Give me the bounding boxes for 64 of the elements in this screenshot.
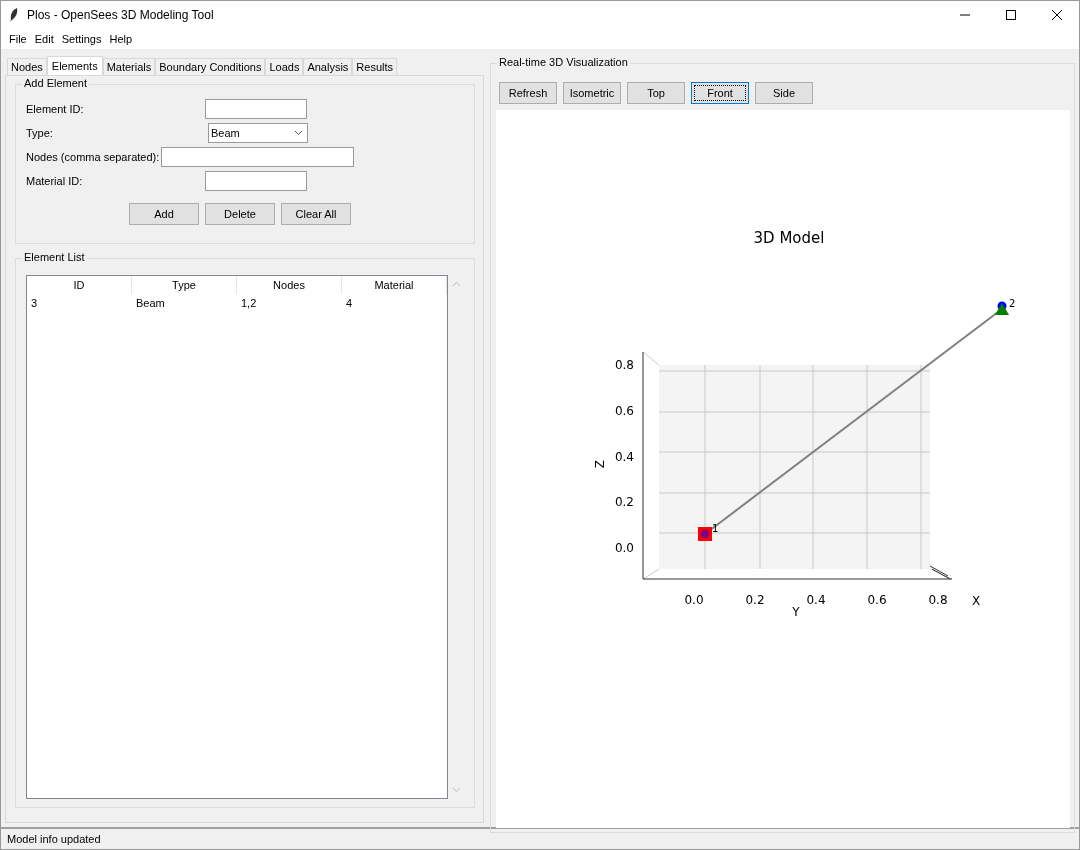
field-label: Nodes (comma separated): xyxy=(26,151,160,163)
node-label: 2 xyxy=(1009,298,1016,309)
tick-label: 0.6 xyxy=(614,403,634,418)
tab[interactable]: Elements xyxy=(46,56,103,76)
window-title: Plos - OpenSees 3D Modeling Tool xyxy=(27,8,215,22)
view-button[interactable]: Side xyxy=(755,82,813,104)
tick-label: 0.2 xyxy=(614,495,634,510)
column-header[interactable]: ID xyxy=(27,276,132,294)
chevron-down-icon xyxy=(294,130,303,136)
input-field[interactable] xyxy=(161,147,355,167)
table-cell-text: Beam xyxy=(135,296,166,311)
field-label: Type: xyxy=(26,127,54,139)
action-button[interactable]: Delete xyxy=(205,203,275,225)
view-button[interactable]: Top xyxy=(627,82,685,104)
tab[interactable]: Analysis xyxy=(303,58,353,75)
table-cell-text: 3 xyxy=(30,296,39,311)
group-title: Element List xyxy=(22,251,87,263)
plot-title: 3D Model xyxy=(753,229,825,247)
menu-item[interactable]: File xyxy=(5,33,31,45)
tick-label: 0.4 xyxy=(806,593,826,607)
table-cell-text: 1,2 xyxy=(240,296,258,311)
tick-label: 0.8 xyxy=(928,593,948,607)
column-header[interactable]: Material xyxy=(342,276,447,294)
view-button[interactable]: Front xyxy=(691,82,749,104)
node-label: 1 xyxy=(712,523,719,534)
status-bar: Model info updated xyxy=(1,827,1079,849)
axis-label: Y xyxy=(792,605,800,619)
table-cell-text: 4 xyxy=(345,296,354,311)
field-label: Material ID: xyxy=(26,175,84,187)
tick-label: 0.0 xyxy=(614,541,634,555)
tab[interactable]: Loads xyxy=(265,58,304,75)
close-icon[interactable] xyxy=(1051,9,1063,21)
tick-label: 0.6 xyxy=(867,593,887,607)
tab[interactable]: Nodes xyxy=(7,58,47,75)
feather-icon xyxy=(9,8,19,22)
tick-label: 0.0 xyxy=(684,593,704,607)
support-square-icon xyxy=(698,527,712,541)
action-button[interactable]: Clear All xyxy=(281,203,351,225)
group-title: Real-time 3D Visualization xyxy=(497,56,630,68)
column-header[interactable]: Nodes xyxy=(237,276,342,294)
tick-label: 0.4 xyxy=(614,449,634,464)
group-title: Add Element xyxy=(22,77,89,89)
type-dropdown[interactable]: Beam xyxy=(208,123,308,143)
field-label: Element ID: xyxy=(26,103,85,115)
maximize-icon[interactable] xyxy=(1005,9,1017,21)
menu-item[interactable]: Help xyxy=(105,33,137,45)
tab[interactable]: Materials xyxy=(102,58,156,75)
axis-label: Z xyxy=(593,459,607,469)
view-button[interactable]: Refresh xyxy=(499,82,557,104)
menu-item[interactable]: Settings xyxy=(57,33,106,45)
tab[interactable]: Results xyxy=(352,58,398,75)
column-header[interactable]: Type xyxy=(132,276,237,294)
tick-label: 0.8 xyxy=(614,358,634,372)
input-field[interactable] xyxy=(205,171,307,191)
axis-label: X xyxy=(972,594,981,608)
view-button[interactable]: Isometric xyxy=(563,82,621,104)
tick-label: 0.2 xyxy=(745,593,765,607)
support-triangle-icon xyxy=(995,301,1009,315)
tab[interactable]: Boundary Conditions xyxy=(155,58,266,75)
input-field[interactable] xyxy=(205,99,307,119)
action-button[interactable]: Add xyxy=(129,203,199,225)
scroll-down-icon[interactable] xyxy=(451,787,461,793)
scroll-up-icon[interactable] xyxy=(451,281,461,287)
menu-item[interactable]: Edit xyxy=(30,33,58,45)
